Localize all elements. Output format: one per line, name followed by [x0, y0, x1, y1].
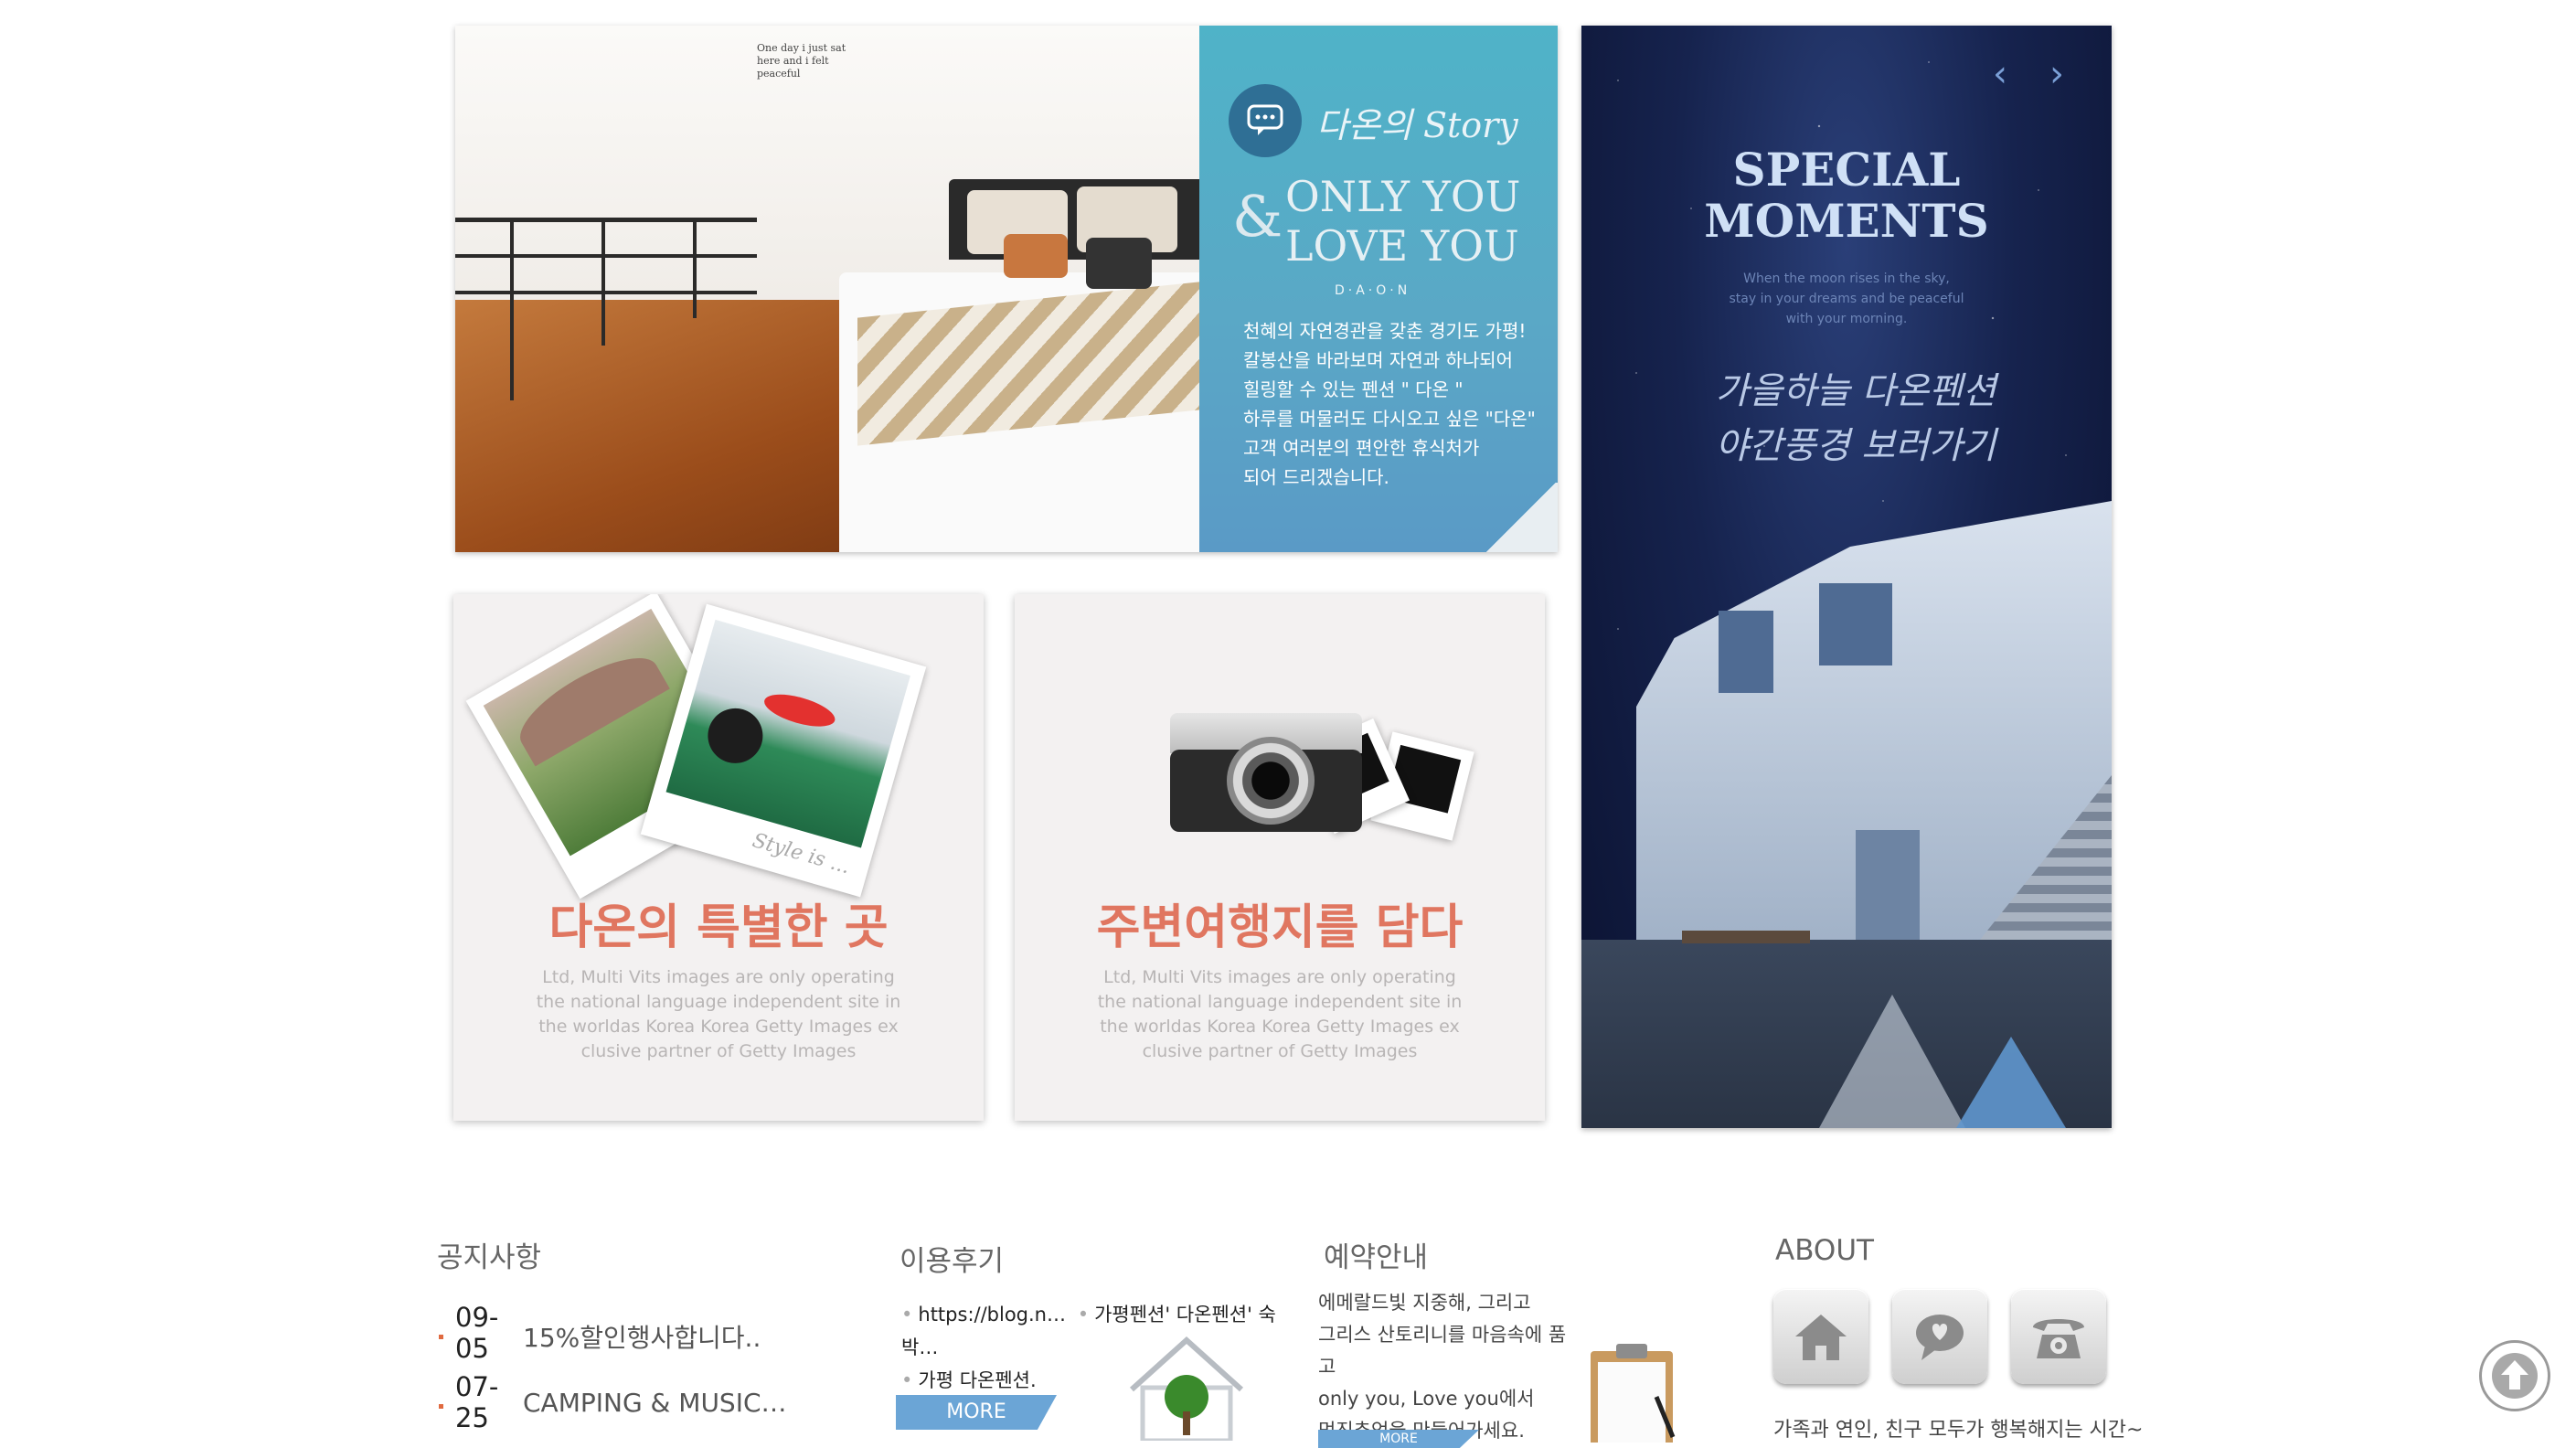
camera-icon [1170, 713, 1362, 832]
clipboard-icon [1591, 1344, 1676, 1443]
story-line: 칼봉산을 바라보며 자연과 하나되어 [1243, 349, 1514, 371]
notice-item[interactable]: 07- 25 CAMPING & MUSIC… [439, 1371, 823, 1444]
window [1819, 583, 1892, 665]
home-button[interactable] [1773, 1289, 1868, 1384]
house-tree-icon [1129, 1336, 1244, 1441]
notice-text[interactable]: CAMPING & MUSIC… [523, 1388, 787, 1418]
only-you-heading: ONLY YOU LOVE YOU [1285, 172, 1520, 271]
daon-spelled: D·A·O·N [1335, 283, 1411, 298]
card-body: Ltd, Multi Vits images are only operatin… [1097, 967, 1463, 1061]
page-curl [1485, 483, 1558, 552]
about-text: 가족과 연인, 친구 모두가 행복해지는 시간~ [1773, 1419, 2144, 1442]
decorative-triangle [1956, 1037, 2066, 1128]
scroll-top-button[interactable] [2479, 1340, 2550, 1411]
notice-text[interactable]: 15%할인행사합니다.. [523, 1318, 761, 1355]
review-link[interactable]: 가평 다온펜션. [918, 1369, 1036, 1391]
decorative-triangle [1819, 995, 1965, 1128]
reserve-description: 에메랄드빛 지중해, 그리고 그리스 산토리니를 마음속에 품고 only yo… [1318, 1292, 1567, 1442]
chevron-left-icon[interactable]: ‹ [1993, 53, 2007, 95]
card-headline: 주변여행지를 담다 [1096, 900, 1464, 955]
card-body: Ltd, Multi Vits images are only operatin… [536, 967, 901, 1061]
review-title: 이용후기 [899, 1245, 1005, 1278]
love-you-line: LOVE YOU [1285, 221, 1519, 271]
chevron-right-icon[interactable]: › [2049, 53, 2064, 95]
bullet-dot [439, 1335, 443, 1339]
story-description: 천혜의 자연경관을 갖춘 경기도 가평! 칼봉산을 바라보며 자연과 하나되어 … [1243, 316, 1545, 492]
card-headline: 다온의 특별한 곳 [548, 900, 889, 955]
reserve-title: 예약안내 [1324, 1241, 1429, 1274]
phone-button[interactable] [2011, 1289, 2106, 1384]
nearby-travel-card[interactable]: 주변여행지를 담다 Ltd, Multi Vits images are onl… [1015, 594, 1545, 1121]
notice-date: 09- 05 [455, 1302, 499, 1364]
story-banner[interactable]: One day i just sat here and i felt peace… [455, 26, 1558, 552]
chat-bubble-icon [1229, 84, 1302, 157]
arrow-up-icon [2492, 1353, 2538, 1399]
door [1856, 830, 1920, 958]
bullet-dot [439, 1404, 443, 1409]
home-icon [1795, 1315, 1847, 1360]
review-link[interactable]: https://blog.n… [918, 1304, 1066, 1326]
night-view-banner[interactable]: ‹ › SPECIAL MOMENTS When the moon rises … [1581, 26, 2112, 1128]
story-panel: 다온의 Story & ONLY YOU LOVE YOU D·A·O·N 천혜… [1199, 26, 1558, 552]
night-subtitle: When the moon rises in the sky, stay in … [1729, 272, 1964, 326]
about-title: ABOUT [1775, 1234, 1874, 1267]
notice-item[interactable]: 09- 05 15%할인행사합니다.. [439, 1302, 823, 1375]
night-script-text: 가을하늘 다온펜션 야간풍경 보러가기 [1715, 370, 1996, 467]
story-title: 다온의 Story [1316, 105, 1518, 145]
ampersand: & [1232, 183, 1283, 250]
only-you-line: ONLY YOU [1285, 172, 1521, 221]
window [1719, 611, 1773, 693]
speech-bubble-icon [1916, 1315, 1964, 1360]
notice-title: 공지사항 [437, 1241, 542, 1274]
wall-note: One day i just sat here and i felt peace… [757, 42, 846, 80]
telephone-icon [2033, 1319, 2084, 1358]
review-more-button[interactable]: MORE [896, 1395, 1057, 1430]
story-line: 힐링할 수 있는 펜션 " 다온 " [1243, 378, 1464, 400]
picnic-table [1682, 931, 1810, 943]
special-moments-title: SPECIAL MOMENTS [1704, 143, 1989, 248]
story-line: 고객 여러분의 편안한 휴식처가 [1243, 437, 1480, 459]
reserve-more-button[interactable]: MORE [1318, 1430, 1479, 1448]
notice-date: 07- 25 [455, 1371, 499, 1433]
story-line: 하루를 머물러도 다시오고 싶은 "다온" [1243, 408, 1536, 430]
loft-bedroom-photo: One day i just sat here and i felt peace… [455, 26, 1199, 552]
story-line: 천혜의 자연경관을 갖춘 경기도 가평! [1243, 320, 1527, 342]
special-place-card[interactable]: Style is ... 다온의 특별한 곳 Ltd, Multi Vits i… [453, 594, 984, 1121]
chat-button[interactable] [1892, 1289, 1987, 1384]
